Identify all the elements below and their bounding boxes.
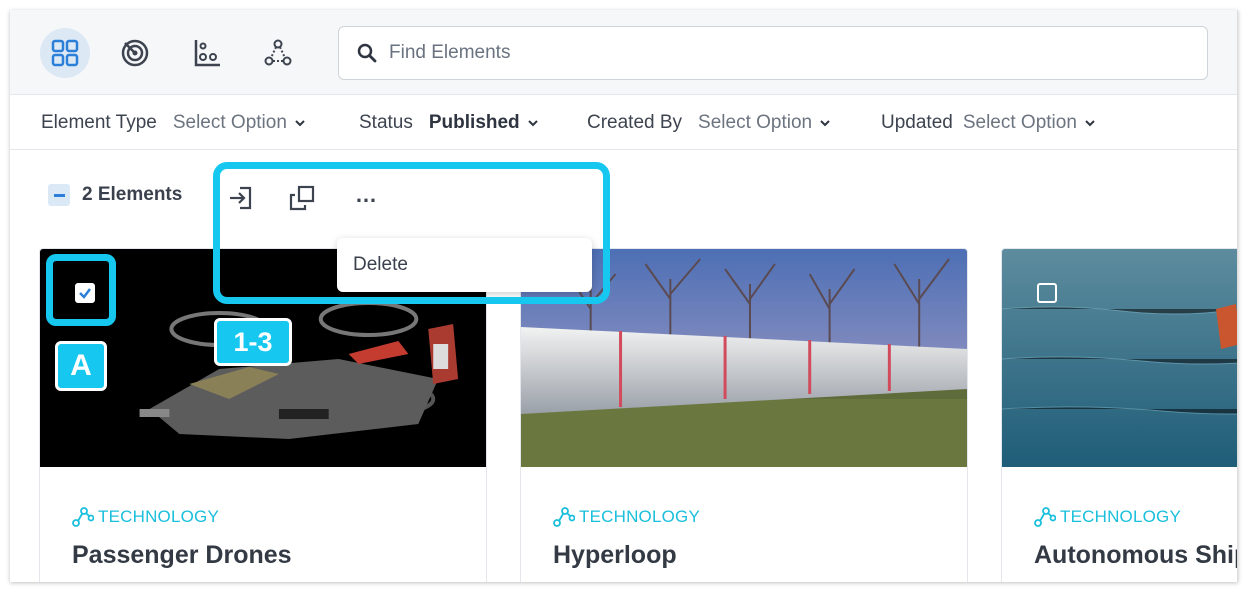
radar-view-icon bbox=[121, 39, 149, 67]
filter-select[interactable]: Select Option bbox=[963, 112, 1095, 134]
deselect-all-checkbox[interactable] bbox=[48, 184, 70, 206]
search-box[interactable] bbox=[338, 26, 1208, 80]
import-icon[interactable] bbox=[226, 182, 258, 214]
filter-label: Updated bbox=[881, 112, 953, 133]
search-icon bbox=[357, 43, 377, 63]
card-image bbox=[1002, 249, 1237, 467]
category-label: TECHNOLOGY bbox=[579, 507, 701, 526]
chart-view-icon bbox=[194, 40, 220, 67]
filter-label: Created By bbox=[587, 112, 683, 133]
chevron-down-icon bbox=[527, 120, 538, 127]
card-title[interactable]: Hyperloop bbox=[553, 541, 677, 570]
category-icon bbox=[553, 507, 575, 527]
actions-dropdown-menu: Delete bbox=[337, 238, 592, 292]
category-icon bbox=[1034, 507, 1056, 527]
card-checkbox[interactable] bbox=[1037, 283, 1057, 303]
annotation-badge-steps: 1-3 bbox=[214, 318, 292, 366]
filter-element-type[interactable]: Element Type Select Option bbox=[41, 95, 305, 151]
filter-created-by[interactable]: Created By Select Option bbox=[587, 95, 830, 151]
category-icon bbox=[72, 507, 94, 527]
filter-label: Element Type bbox=[41, 112, 157, 133]
card-category: TECHNOLOGY bbox=[553, 507, 700, 527]
grid-view-button[interactable] bbox=[40, 28, 90, 78]
more-icon[interactable]: … bbox=[350, 182, 382, 214]
delete-menu-item[interactable]: Delete bbox=[353, 254, 408, 276]
filter-select[interactable]: Select Option bbox=[173, 112, 305, 134]
category-label: TECHNOLOGY bbox=[1060, 507, 1182, 526]
selection-bar: 2 Elements bbox=[48, 184, 182, 206]
filter-value: Published bbox=[428, 112, 520, 133]
chevron-down-icon bbox=[1085, 120, 1095, 127]
card-category: TECHNOLOGY bbox=[72, 507, 219, 527]
card-title[interactable]: Autonomous Ship bbox=[1034, 541, 1237, 570]
category-label: TECHNOLOGY bbox=[98, 507, 220, 526]
element-card[interactable]: TECHNOLOGY Hyperloop bbox=[520, 248, 968, 582]
filter-value: Select Option bbox=[698, 112, 813, 133]
filter-select[interactable]: Select Option bbox=[698, 112, 830, 134]
checkbox-highlight-frame bbox=[46, 254, 116, 326]
annotation-badge-a: A bbox=[55, 341, 107, 391]
card-title[interactable]: Passenger Drones bbox=[72, 541, 292, 570]
top-toolbar bbox=[10, 10, 1237, 94]
chevron-down-icon bbox=[820, 120, 830, 127]
chart-view-button[interactable] bbox=[182, 28, 232, 78]
app-window: Element Type Select Option Status Publis… bbox=[10, 10, 1238, 582]
selection-count: 2 Elements bbox=[82, 184, 183, 205]
filter-bar: Element Type Select Option Status Publis… bbox=[10, 94, 1237, 150]
card-category: TECHNOLOGY bbox=[1034, 507, 1181, 527]
chevron-down-icon bbox=[295, 120, 305, 127]
filter-select[interactable]: Published bbox=[429, 112, 538, 134]
duplicate-icon[interactable] bbox=[286, 182, 318, 214]
search-input[interactable] bbox=[389, 42, 1089, 64]
grid-view-icon bbox=[51, 39, 79, 67]
filter-value: Select Option bbox=[962, 112, 1077, 133]
filter-value: Select Option bbox=[172, 112, 287, 133]
network-view-button[interactable] bbox=[253, 28, 303, 78]
filter-label: Status bbox=[359, 112, 413, 133]
filter-updated[interactable]: Updated Select Option bbox=[881, 95, 1095, 151]
network-view-icon bbox=[264, 39, 292, 66]
element-card[interactable]: TECHNOLOGY Autonomous Ship bbox=[1001, 248, 1237, 582]
filter-status[interactable]: Status Published bbox=[359, 95, 538, 151]
radar-view-button[interactable] bbox=[110, 28, 160, 78]
